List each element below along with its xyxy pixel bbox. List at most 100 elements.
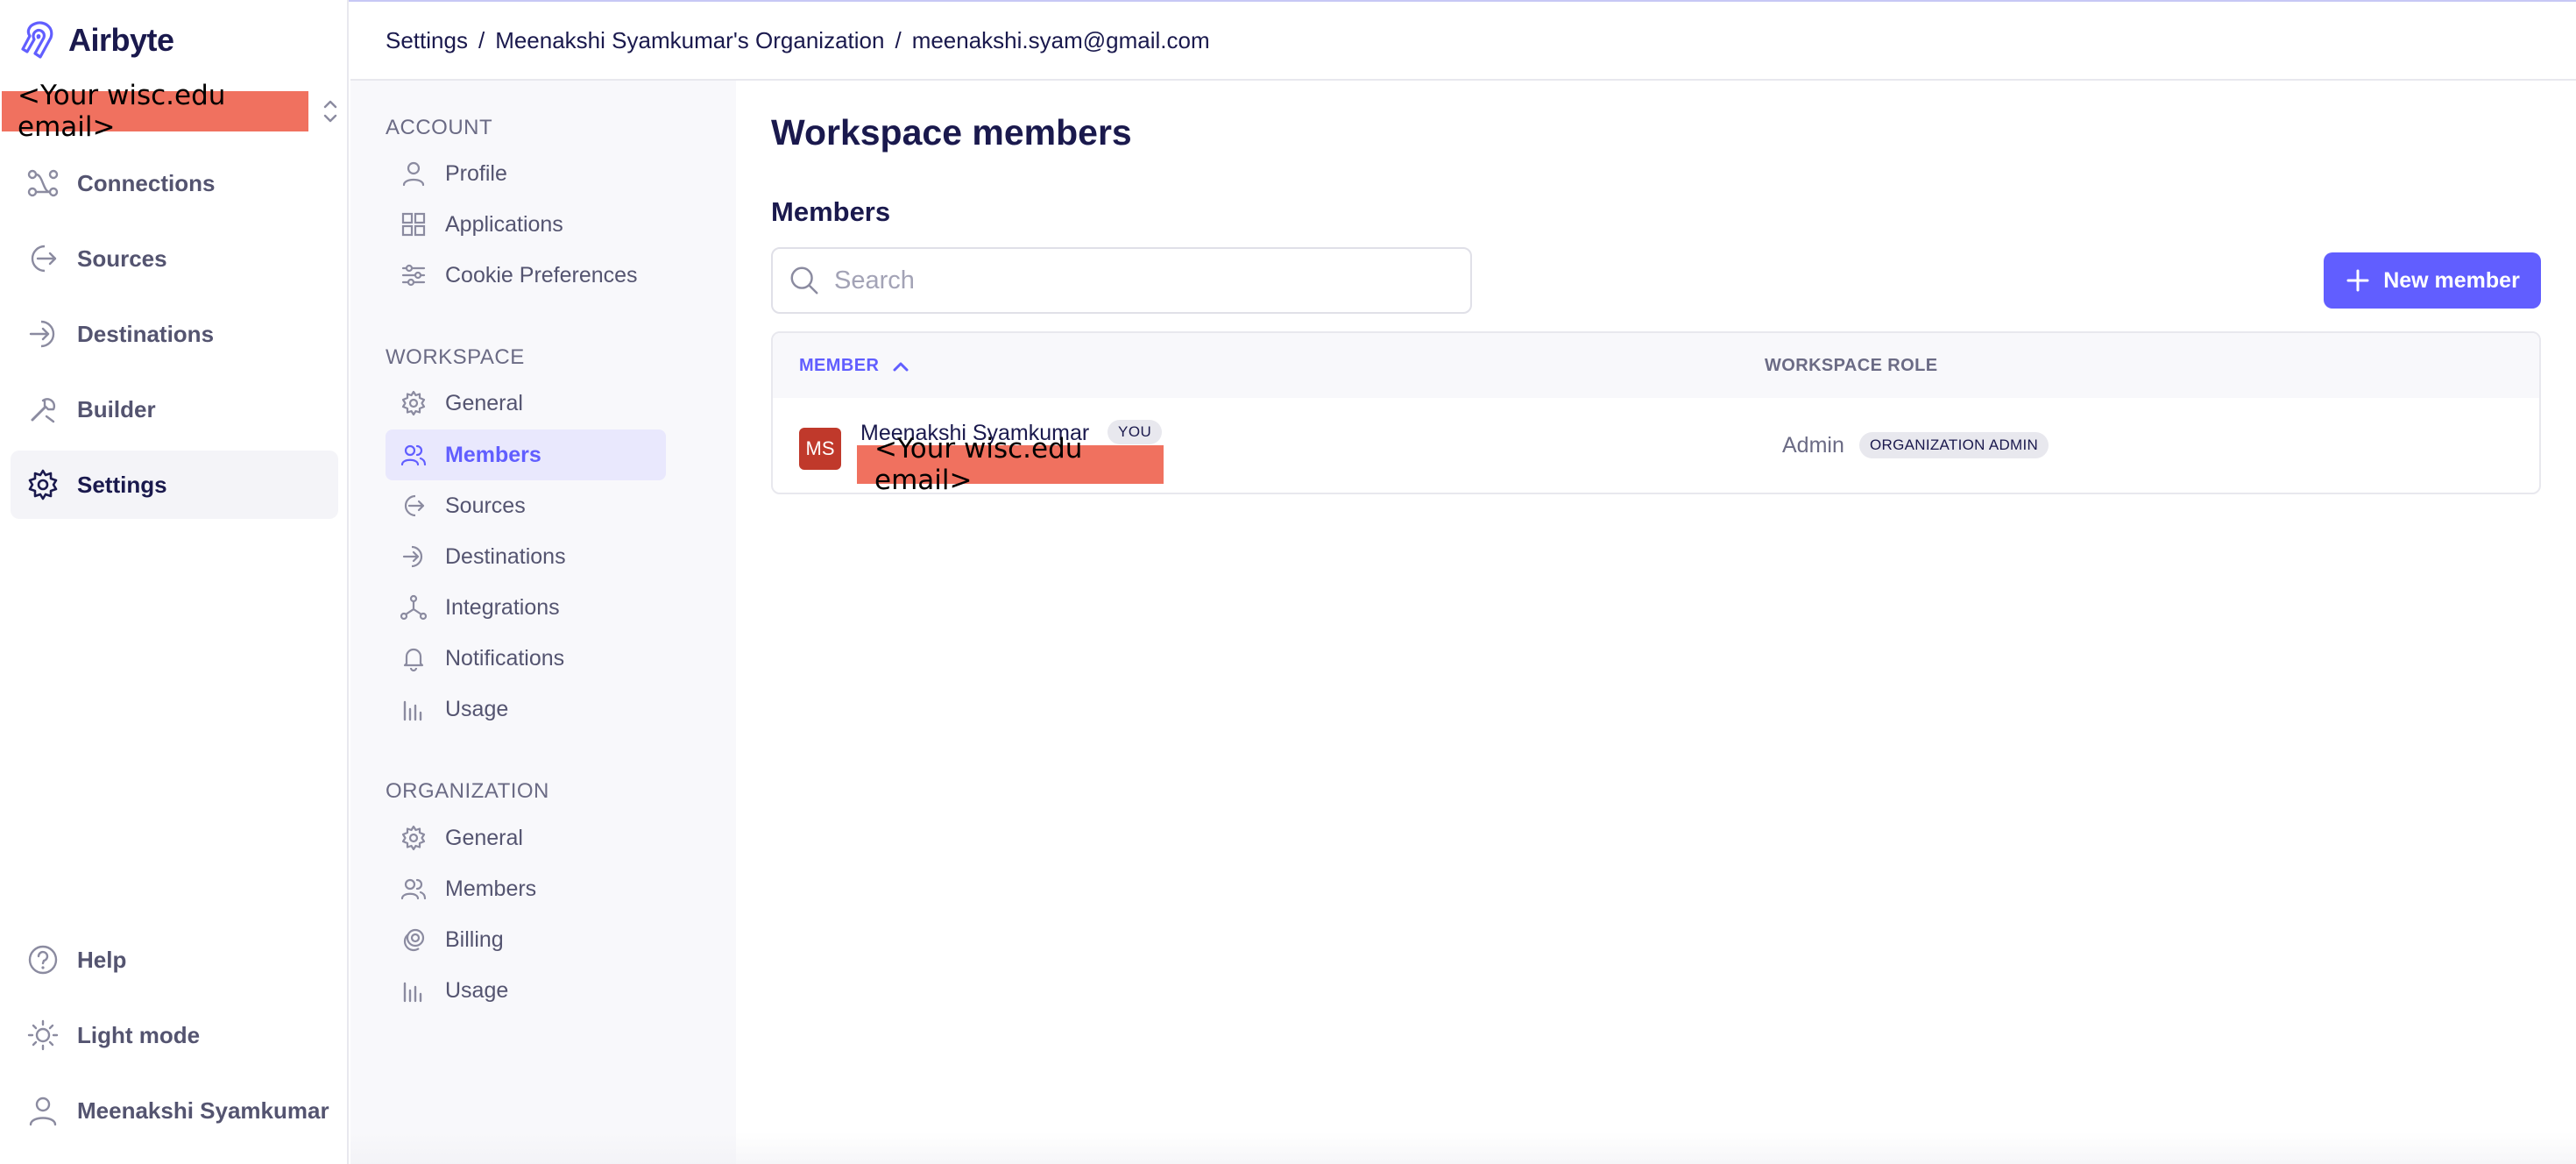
sidebar-item-destinations[interactable]: Destinations (11, 300, 338, 368)
destinations-icon (398, 541, 429, 572)
sidebar-item-help[interactable]: Help (11, 926, 338, 994)
org-admin-badge: ORGANIZATION ADMIN (1859, 432, 2049, 458)
sidebar-item-label: Connections (77, 169, 216, 196)
bar-chart-icon (398, 693, 429, 725)
subnav-item-workspace-usage[interactable]: Usage (386, 684, 666, 735)
grid-icon (398, 209, 429, 240)
breadcrumb-workspace: meenakshi.syam@gmail.com (911, 26, 1210, 53)
connections-icon (25, 165, 61, 202)
breadcrumb-settings[interactable]: Settings (386, 27, 468, 54)
destinations-icon (25, 316, 61, 352)
builder-icon (25, 391, 61, 428)
bar-chart-icon (398, 975, 429, 1006)
subnav-item-workspace-integrations[interactable]: Integrations (386, 582, 666, 633)
subnav-item-label: Members (445, 442, 541, 467)
subnav-item-workspace-destinations[interactable]: Destinations (386, 531, 666, 582)
subnav-item-org-usage[interactable]: Usage (386, 965, 666, 1016)
member-email-redacted: <Your wisc.edu email> (857, 433, 1164, 493)
subnav-item-cookie-preferences[interactable]: Cookie Preferences (386, 250, 666, 301)
sidebar-item-user[interactable]: Meenakshi Syamkumar (11, 1076, 338, 1145)
member-role: Admin (1782, 433, 1844, 458)
sidebar-item-settings[interactable]: Settings (11, 451, 338, 519)
user-icon (25, 1092, 61, 1129)
left-sidebar: Airbyte <Your wisc.edu email> Connection… (0, 0, 349, 1164)
gear-icon (398, 822, 429, 854)
airbyte-logo[interactable]: Airbyte (16, 18, 174, 63)
sources-icon (398, 490, 429, 522)
subnav-item-label: Usage (445, 696, 509, 721)
sidebar-item-label: Destinations (77, 320, 215, 347)
sidebar-item-label: Settings (77, 471, 167, 498)
users-icon (398, 873, 429, 905)
workspace-selector[interactable]: <Your wisc.edu email> (0, 80, 349, 143)
column-header-member[interactable]: MEMBER (799, 356, 910, 376)
subnav-item-label: General (445, 390, 523, 415)
sidebar-item-sources[interactable]: Sources (11, 224, 338, 293)
subnav-item-label: Members (445, 876, 537, 901)
subnav-heading-organization: ORGANIZATION (386, 779, 549, 803)
integrations-icon (398, 592, 429, 623)
help-icon (25, 941, 61, 978)
search-icon (787, 263, 822, 298)
subnav-item-label: Cookie Preferences (445, 262, 638, 287)
subnav-item-workspace-sources[interactable]: Sources (386, 480, 666, 531)
sidebar-item-connections[interactable]: Connections (11, 149, 338, 217)
breadcrumb-separator: / (478, 26, 485, 53)
subnav-item-label: Sources (445, 493, 526, 518)
subnav-item-profile[interactable]: Profile (386, 148, 666, 199)
breadcrumb: Settings / Meenakshi Syamkumar's Organiz… (350, 2, 2576, 81)
sun-icon (25, 1017, 61, 1054)
subnav-item-applications[interactable]: Applications (386, 199, 666, 250)
subnav-item-label: Notifications (445, 645, 565, 671)
chevron-up-icon (893, 362, 909, 371)
coins-icon (398, 924, 429, 955)
bottom-shade (350, 1132, 2576, 1164)
workspace-name-redacted: <Your wisc.edu email> (2, 80, 308, 143)
subnav-item-workspace-members[interactable]: Members (386, 429, 666, 480)
sidebar-item-label: Help (77, 946, 127, 973)
search-field[interactable] (771, 247, 1472, 314)
subnav-item-label: Profile (445, 160, 507, 186)
sidebar-item-label: Meenakshi Syamkumar (77, 1097, 329, 1124)
chevron-up-down-icon (323, 100, 337, 123)
breadcrumb-separator: / (895, 26, 902, 53)
subnav-item-label: General (445, 825, 523, 850)
subnav-item-workspace-general[interactable]: General (386, 378, 666, 429)
subnav-heading-account: ACCOUNT (386, 116, 493, 139)
column-header-workspace-role[interactable]: WORKSPACE ROLE (1765, 356, 1937, 376)
subnav-item-label: Integrations (445, 594, 560, 620)
column-header-member-label: MEMBER (799, 356, 880, 375)
sidebar-item-label: Light mode (77, 1021, 201, 1048)
subnav-item-label: Destinations (445, 543, 566, 569)
sidebar-item-builder[interactable]: Builder (11, 375, 338, 444)
breadcrumb-organization[interactable]: Meenakshi Syamkumar's Organization (495, 27, 884, 54)
avatar: MS (799, 428, 841, 470)
new-member-button[interactable]: New member (2324, 252, 2541, 309)
search-input[interactable] (834, 266, 1430, 295)
page-title: Workspace members (771, 112, 1132, 153)
table-header: MEMBER WORKSPACE ROLE (773, 333, 2539, 398)
gear-icon (398, 387, 429, 419)
airbyte-logo-icon (21, 21, 53, 59)
app-name: Airbyte (68, 22, 174, 58)
main-content (736, 81, 2576, 1164)
members-table: MEMBER WORKSPACE ROLE MS Meenakshi Syamk… (771, 331, 2541, 494)
sidebar-item-label: Sources (77, 245, 167, 272)
subnav-item-org-members[interactable]: Members (386, 863, 666, 914)
sidebar-item-label: Builder (77, 395, 156, 422)
plus-icon (2346, 269, 2369, 292)
sidebar-item-light-mode[interactable]: Light mode (11, 1001, 338, 1069)
subnav-item-label: Billing (445, 926, 504, 952)
sliders-icon (398, 259, 429, 291)
user-icon (398, 158, 429, 189)
subnav-item-label: Usage (445, 977, 509, 1003)
gear-icon (25, 466, 61, 503)
new-member-label: New member (2383, 267, 2520, 293)
subnav-item-org-general[interactable]: General (386, 813, 666, 863)
subnav-item-org-billing[interactable]: Billing (386, 914, 666, 965)
subnav-item-workspace-notifications[interactable]: Notifications (386, 633, 666, 684)
sources-icon (25, 240, 61, 277)
subnav-heading-workspace: WORKSPACE (386, 345, 525, 369)
bell-icon (398, 642, 429, 674)
subnav-item-label: Applications (445, 211, 563, 237)
